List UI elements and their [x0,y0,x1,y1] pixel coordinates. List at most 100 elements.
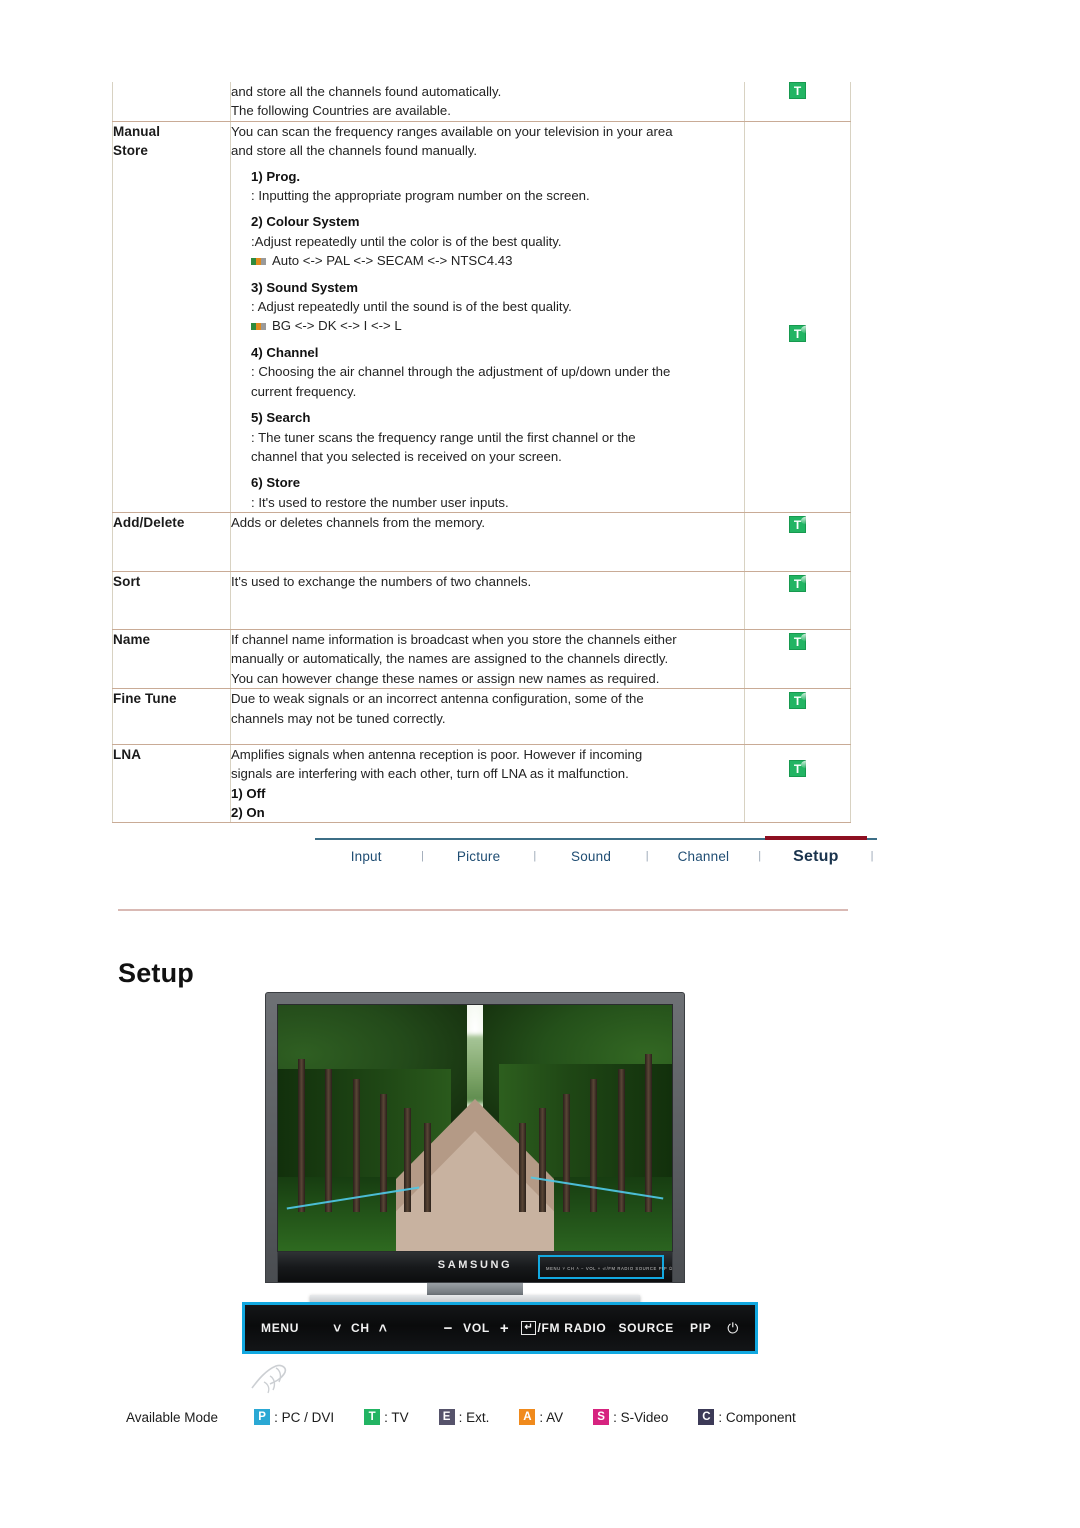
pc-dvi-badge-icon: P [254,1409,271,1425]
pip-button[interactable]: PIP [690,1321,711,1335]
desc-line: If channel name information is broadcast… [231,631,677,647]
tab-sound[interactable]: Sound [540,838,642,872]
legend-label: : AV [539,1409,564,1425]
monitor-bezel: SAMSUNG MENU ˅ CH ˄ − VOL + ⏎/FM RADIO S… [265,992,685,1283]
sub-item-heading: 3) Sound System [251,279,358,295]
table-row: Add/Delete Adds or deletes channels from… [112,512,851,572]
legend-label: : Ext. [458,1409,490,1425]
section-nav: Input | Picture | Sound | Channel | Setu… [315,836,877,872]
sub-item-heading: 4) Channel [251,344,319,360]
enter-fm-radio-button[interactable]: ↵/FM RADIO [521,1321,606,1336]
source-button[interactable]: SOURCE [618,1321,674,1335]
power-button[interactable]: ⏻ [727,1320,739,1337]
sub-item-heading: 5) Search [251,410,311,426]
nav-separator: | [420,850,424,862]
row-label-cell: Add/Delete [112,512,231,572]
feature-table: and store all the channels found automat… [112,82,851,823]
nav-separator: | [870,850,874,862]
sub-item-body: channel that you selected is received on… [251,448,562,464]
row-desc-cell: Due to weak signals or an incorrect ante… [230,688,745,745]
component-badge-icon: C [698,1409,715,1425]
desc-line: The following Countries are available. [231,103,451,119]
sub-item-bullet-line: BG <-> DK <-> I <-> L [231,316,744,335]
av-badge-icon: A [519,1409,536,1425]
row-desc-cell: You can scan the frequency ranges availa… [230,120,745,514]
legend-label: : PC / DVI [274,1409,335,1425]
row-desc-cell: Amplifies signals when antenna reception… [230,743,745,823]
row-label-cell [112,82,231,122]
multicolor-bullet-icon [251,322,267,330]
sub-item-bullet-line: Auto <-> PAL <-> SECAM <-> NTSC4.43 [231,251,744,270]
control-panel-micro-labels: MENU ˅ CH ˄ − VOL + ⏎/FM RADIO SOURCE PI… [546,1266,673,1271]
row-label-line: Manual [113,123,161,139]
fm-radio-label: /FM RADIO [537,1320,607,1335]
nav-separator: | [533,850,537,862]
desc-line: and store all the channels found automat… [231,84,502,99]
desc-line: Due to weak signals or an incorrect ante… [231,691,644,707]
page-title: Setup [118,958,195,988]
sub-item-heading: 1) Prog. [251,168,301,184]
desc-line: and store all the channels found manuall… [231,143,478,159]
sub-item-body: :Adjust repeatedly until the color is of… [251,233,562,249]
sub-item-body: current frequency. [251,383,357,399]
row-icon-cell: T [744,120,851,514]
monitor-neck [427,1283,523,1295]
row-icon-cell: T [744,570,851,630]
row-icon-cell: T [744,743,851,823]
option-line: 1) Off [231,785,266,801]
menu-button[interactable]: MENU [261,1321,299,1335]
available-mode-legend: Available Mode P : PC / DVI T : TV E : E… [126,1409,796,1425]
tab-channel[interactable]: Channel [652,838,754,872]
hand-pointer-sketch-icon [251,1364,287,1394]
tv-mode-badge-icon: T [789,82,806,99]
manual-page: and store all the channels found automat… [0,0,1080,1528]
nav-separator: | [645,850,649,862]
desc-line: It's used to exchange the numbers of two… [231,573,532,589]
nav-separator: | [758,850,762,862]
legend-label: : S-Video [613,1409,669,1425]
legend-item-pc-dvi: P : PC / DVI [254,1409,334,1425]
bullet-text: Auto <-> PAL <-> SECAM <-> NTSC4.43 [272,253,513,269]
volume-down-button[interactable]: − [444,1320,453,1337]
row-label-cell: Name [112,628,231,690]
bullet-text: BG <-> DK <-> I <-> L [272,318,402,334]
row-label-cell: LNA [112,743,231,823]
tv-badge-icon: T [364,1409,381,1425]
control-panel-callout: MENU ˅ CH ˄ − VOL + ↵/FM RADIO SOURCE PI… [242,1302,758,1354]
tab-picture[interactable]: Picture [427,838,529,872]
desc-line: You can scan the frequency ranges availa… [231,123,673,139]
option-line: 2) On [231,804,265,820]
section-divider [118,909,848,911]
channel-label: CH [351,1321,370,1335]
row-icon-cell: T [744,688,851,745]
monitor-chin: SAMSUNG MENU ˅ CH ˄ − VOL + ⏎/FM RADIO S… [277,1252,673,1282]
legend-item-component: C : Component [698,1409,796,1425]
row-label-cell: Fine Tune [112,688,231,745]
table-row: Manual Store You can scan the frequency … [112,120,851,514]
volume-up-button[interactable]: + [500,1320,509,1337]
row-icon-cell: T [744,512,851,572]
legend-item-s-video: S : S-Video [593,1409,668,1425]
monitor-screen-image [277,1004,673,1252]
tab-setup[interactable]: Setup [764,836,868,872]
channel-down-button[interactable]: ˅ [333,1320,342,1336]
volume-label: VOL [463,1321,490,1335]
desc-line: signals are interfering with each other,… [231,766,629,782]
tab-input[interactable]: Input [315,838,417,872]
row-label-line: Store [113,142,149,158]
enter-key-icon: ↵ [521,1321,537,1336]
legend-item-tv: T : TV [364,1409,409,1425]
legend-label: : Component [718,1409,796,1425]
control-panel-buttons: MENU ˅ CH ˄ − VOL + ↵/FM RADIO SOURCE PI… [245,1320,755,1337]
legend-title: Available Mode [126,1409,219,1425]
channel-up-button[interactable]: ˄ [379,1320,388,1336]
sub-item-heading: 6) Store [251,475,301,491]
monitor-illustration: SAMSUNG MENU ˅ CH ˄ − VOL + ⏎/FM RADIO S… [265,992,685,1315]
row-desc-cell: Adds or deletes channels from the memory… [230,512,745,572]
sub-item-body: : It's used to restore the number user i… [251,494,509,510]
table-row: Name If channel name information is broa… [112,628,851,690]
desc-line: Adds or deletes channels from the memory… [231,515,486,531]
control-panel-highlight-box: MENU ˅ CH ˄ − VOL + ⏎/FM RADIO SOURCE PI… [538,1255,672,1279]
desc-line: manually or automatically, the names are… [231,651,669,667]
row-icon-cell: T [744,628,851,690]
